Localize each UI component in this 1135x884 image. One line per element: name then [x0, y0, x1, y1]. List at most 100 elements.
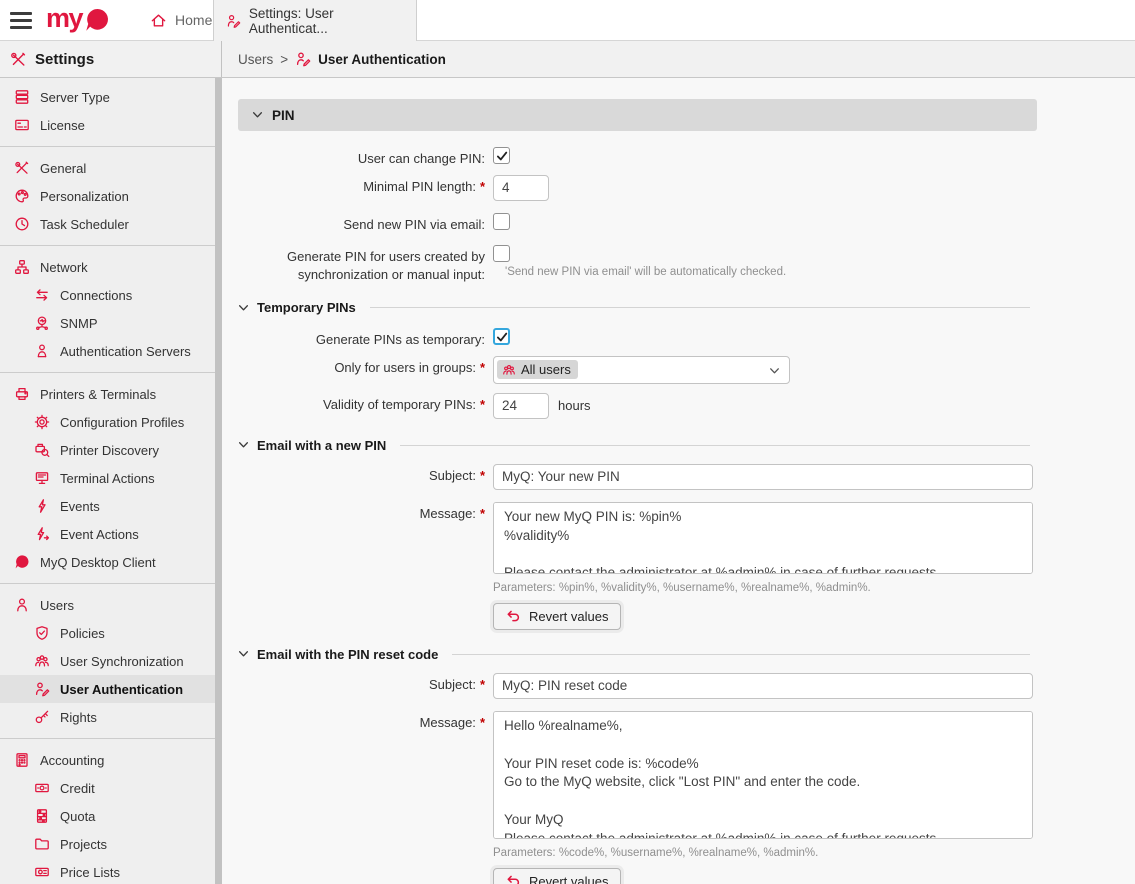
- sidebar-item-label: User Synchronization: [60, 654, 184, 669]
- check-icon: [496, 331, 508, 343]
- generate-pin-hint: 'Send new PIN via email' will be automat…: [505, 266, 786, 278]
- myq-bubble-logo-icon: [84, 7, 110, 33]
- user-auth-icon: [295, 51, 311, 67]
- group-chip-all-users[interactable]: All users: [497, 360, 578, 379]
- sidebar-divider: [0, 245, 215, 246]
- email-pin-reset-title: Email with the PIN reset code: [257, 647, 438, 662]
- myq-logo: my: [46, 7, 110, 34]
- sidebar-item-task-scheduler[interactable]: Task Scheduler: [0, 210, 215, 238]
- reset-message-textarea[interactable]: Hello %realname%, Your PIN reset code is…: [493, 711, 1033, 839]
- sidebar-item-events[interactable]: Events: [0, 492, 215, 520]
- minimal-pin-length-input[interactable]: [493, 175, 549, 201]
- settings-content: PIN User can change PIN: Minimal PIN len…: [222, 78, 1135, 884]
- pricelist-icon: [34, 864, 50, 880]
- sidebar-item-connections[interactable]: Connections: [0, 281, 215, 309]
- server-icon: [14, 89, 30, 105]
- sidebar-item-label: Personalization: [40, 189, 129, 204]
- required-marker: *: [480, 179, 485, 194]
- breadcrumb-parent[interactable]: Users: [238, 52, 273, 67]
- sidebar-content-divider: [215, 78, 222, 884]
- reset-subject-input[interactable]: [493, 673, 1033, 699]
- terminal-icon: [34, 470, 50, 486]
- new-pin-message-textarea[interactable]: Your new MyQ PIN is: %pin% %validity% Pl…: [493, 502, 1033, 574]
- temporary-pins-title: Temporary PINs: [257, 300, 356, 315]
- generate-pin-on-create-label: Generate PIN for users created by synchr…: [238, 245, 485, 283]
- revert-values-button[interactable]: Revert values: [493, 868, 621, 884]
- sidebar-item-label: MyQ Desktop Client: [40, 555, 156, 570]
- breadcrumb-separator: >: [280, 52, 288, 67]
- tab-settings-user-authentication[interactable]: Settings: User Authenticat...: [213, 0, 417, 41]
- sidebar-item-label: General: [40, 161, 86, 176]
- revert-values-button[interactable]: Revert values: [493, 603, 621, 630]
- generate-pins-temporary-checkbox[interactable]: [493, 328, 510, 345]
- sidebar-item-terminal-actions[interactable]: Terminal Actions: [0, 464, 215, 492]
- sidebar-item-label: Policies: [60, 626, 105, 641]
- generate-pin-on-create-checkbox[interactable]: [493, 245, 510, 262]
- sidebar-item-price-lists[interactable]: Price Lists: [0, 858, 215, 884]
- sidebar-item-accounting[interactable]: Accounting: [0, 746, 215, 774]
- calculator-icon: [14, 752, 30, 768]
- section-header-email-pin-reset[interactable]: Email with the PIN reset code: [238, 647, 1037, 662]
- sidebar-item-network[interactable]: Network: [0, 253, 215, 281]
- home-icon: [150, 12, 167, 29]
- pin-section-title: PIN: [272, 108, 295, 123]
- banknote-icon: [34, 780, 50, 796]
- section-header-email-new-pin[interactable]: Email with a new PIN: [238, 438, 1037, 453]
- chevron-down-icon: [252, 111, 263, 119]
- myq-bubble-icon: [14, 554, 30, 570]
- sidebar-item-user-authentication[interactable]: User Authentication: [0, 675, 215, 703]
- validity-input[interactable]: [493, 393, 549, 419]
- sidebar-item-configuration-profiles[interactable]: Configuration Profiles: [0, 408, 215, 436]
- sidebar-item-rights[interactable]: Rights: [0, 703, 215, 731]
- settings-sidebar: Server TypeLicense General Personalization…: [0, 78, 215, 884]
- required-marker: *: [480, 468, 485, 483]
- tools-icon: [14, 160, 30, 176]
- groups-select[interactable]: All users: [493, 356, 790, 384]
- sidebar-item-policies[interactable]: Policies: [0, 619, 215, 647]
- sidebar-item-server-type[interactable]: Server Type: [0, 83, 215, 111]
- required-marker: *: [480, 506, 485, 521]
- sidebar-item-personalization[interactable]: Personalization: [0, 182, 215, 210]
- new-pin-message-label: Message:*: [238, 502, 485, 523]
- sidebar-item-label: Credit: [60, 781, 95, 796]
- undo-icon: [506, 874, 521, 884]
- undo-icon: [506, 609, 521, 624]
- sidebar-item-snmp[interactable]: SNMP: [0, 309, 215, 337]
- sidebar-divider: [0, 372, 215, 373]
- settings-tools-icon: [10, 51, 27, 68]
- send-new-pin-checkbox[interactable]: [493, 213, 510, 230]
- sidebar-item-label: Event Actions: [60, 527, 139, 542]
- sidebar-item-user-synchronization[interactable]: User Synchronization: [0, 647, 215, 675]
- sidebar-item-printer-discovery[interactable]: Printer Discovery: [0, 436, 215, 464]
- section-rule: [400, 445, 1030, 446]
- lightning-arrow-icon: [34, 526, 50, 542]
- sidebar-item-authentication-servers[interactable]: Authentication Servers: [0, 337, 215, 365]
- new-pin-subject-input[interactable]: [493, 464, 1033, 490]
- lightning-icon: [34, 498, 50, 514]
- hamburger-menu-icon[interactable]: [10, 8, 32, 33]
- sidebar-item-label: SNMP: [60, 316, 98, 331]
- sidebar-item-myq-desktop-client[interactable]: MyQ Desktop Client: [0, 548, 215, 576]
- sidebar-item-users[interactable]: Users: [0, 591, 215, 619]
- sidebar-item-general[interactable]: General: [0, 154, 215, 182]
- breadcrumb: Users > User Authentication: [222, 41, 446, 77]
- sidebar-item-printers-terminals[interactable]: Printers & Terminals: [0, 380, 215, 408]
- sidebar-item-label: Projects: [60, 837, 107, 852]
- sidebar-item-event-actions[interactable]: Event Actions: [0, 520, 215, 548]
- user-can-change-pin-checkbox[interactable]: [493, 147, 510, 164]
- people-icon: [502, 363, 516, 377]
- tab-settings-label: Settings: User Authenticat...: [249, 6, 404, 36]
- section-header-pin[interactable]: PIN: [238, 99, 1037, 131]
- sidebar-item-projects[interactable]: Projects: [0, 830, 215, 858]
- gear-icon: [34, 414, 50, 430]
- validity-suffix: hours: [558, 398, 591, 413]
- minimal-pin-length-label: Minimal PIN length:*: [238, 175, 485, 196]
- send-new-pin-label: Send new PIN via email:: [238, 213, 485, 234]
- sidebar-item-quota[interactable]: Quota: [0, 802, 215, 830]
- sidebar-item-license[interactable]: License: [0, 111, 215, 139]
- sidebar-item-credit[interactable]: Credit: [0, 774, 215, 802]
- section-header-temporary-pins[interactable]: Temporary PINs: [238, 300, 1037, 315]
- sidebar-item-label: Configuration Profiles: [60, 415, 184, 430]
- settings-panel-title: Settings: [35, 51, 94, 68]
- sidebar-item-label: Accounting: [40, 753, 104, 768]
